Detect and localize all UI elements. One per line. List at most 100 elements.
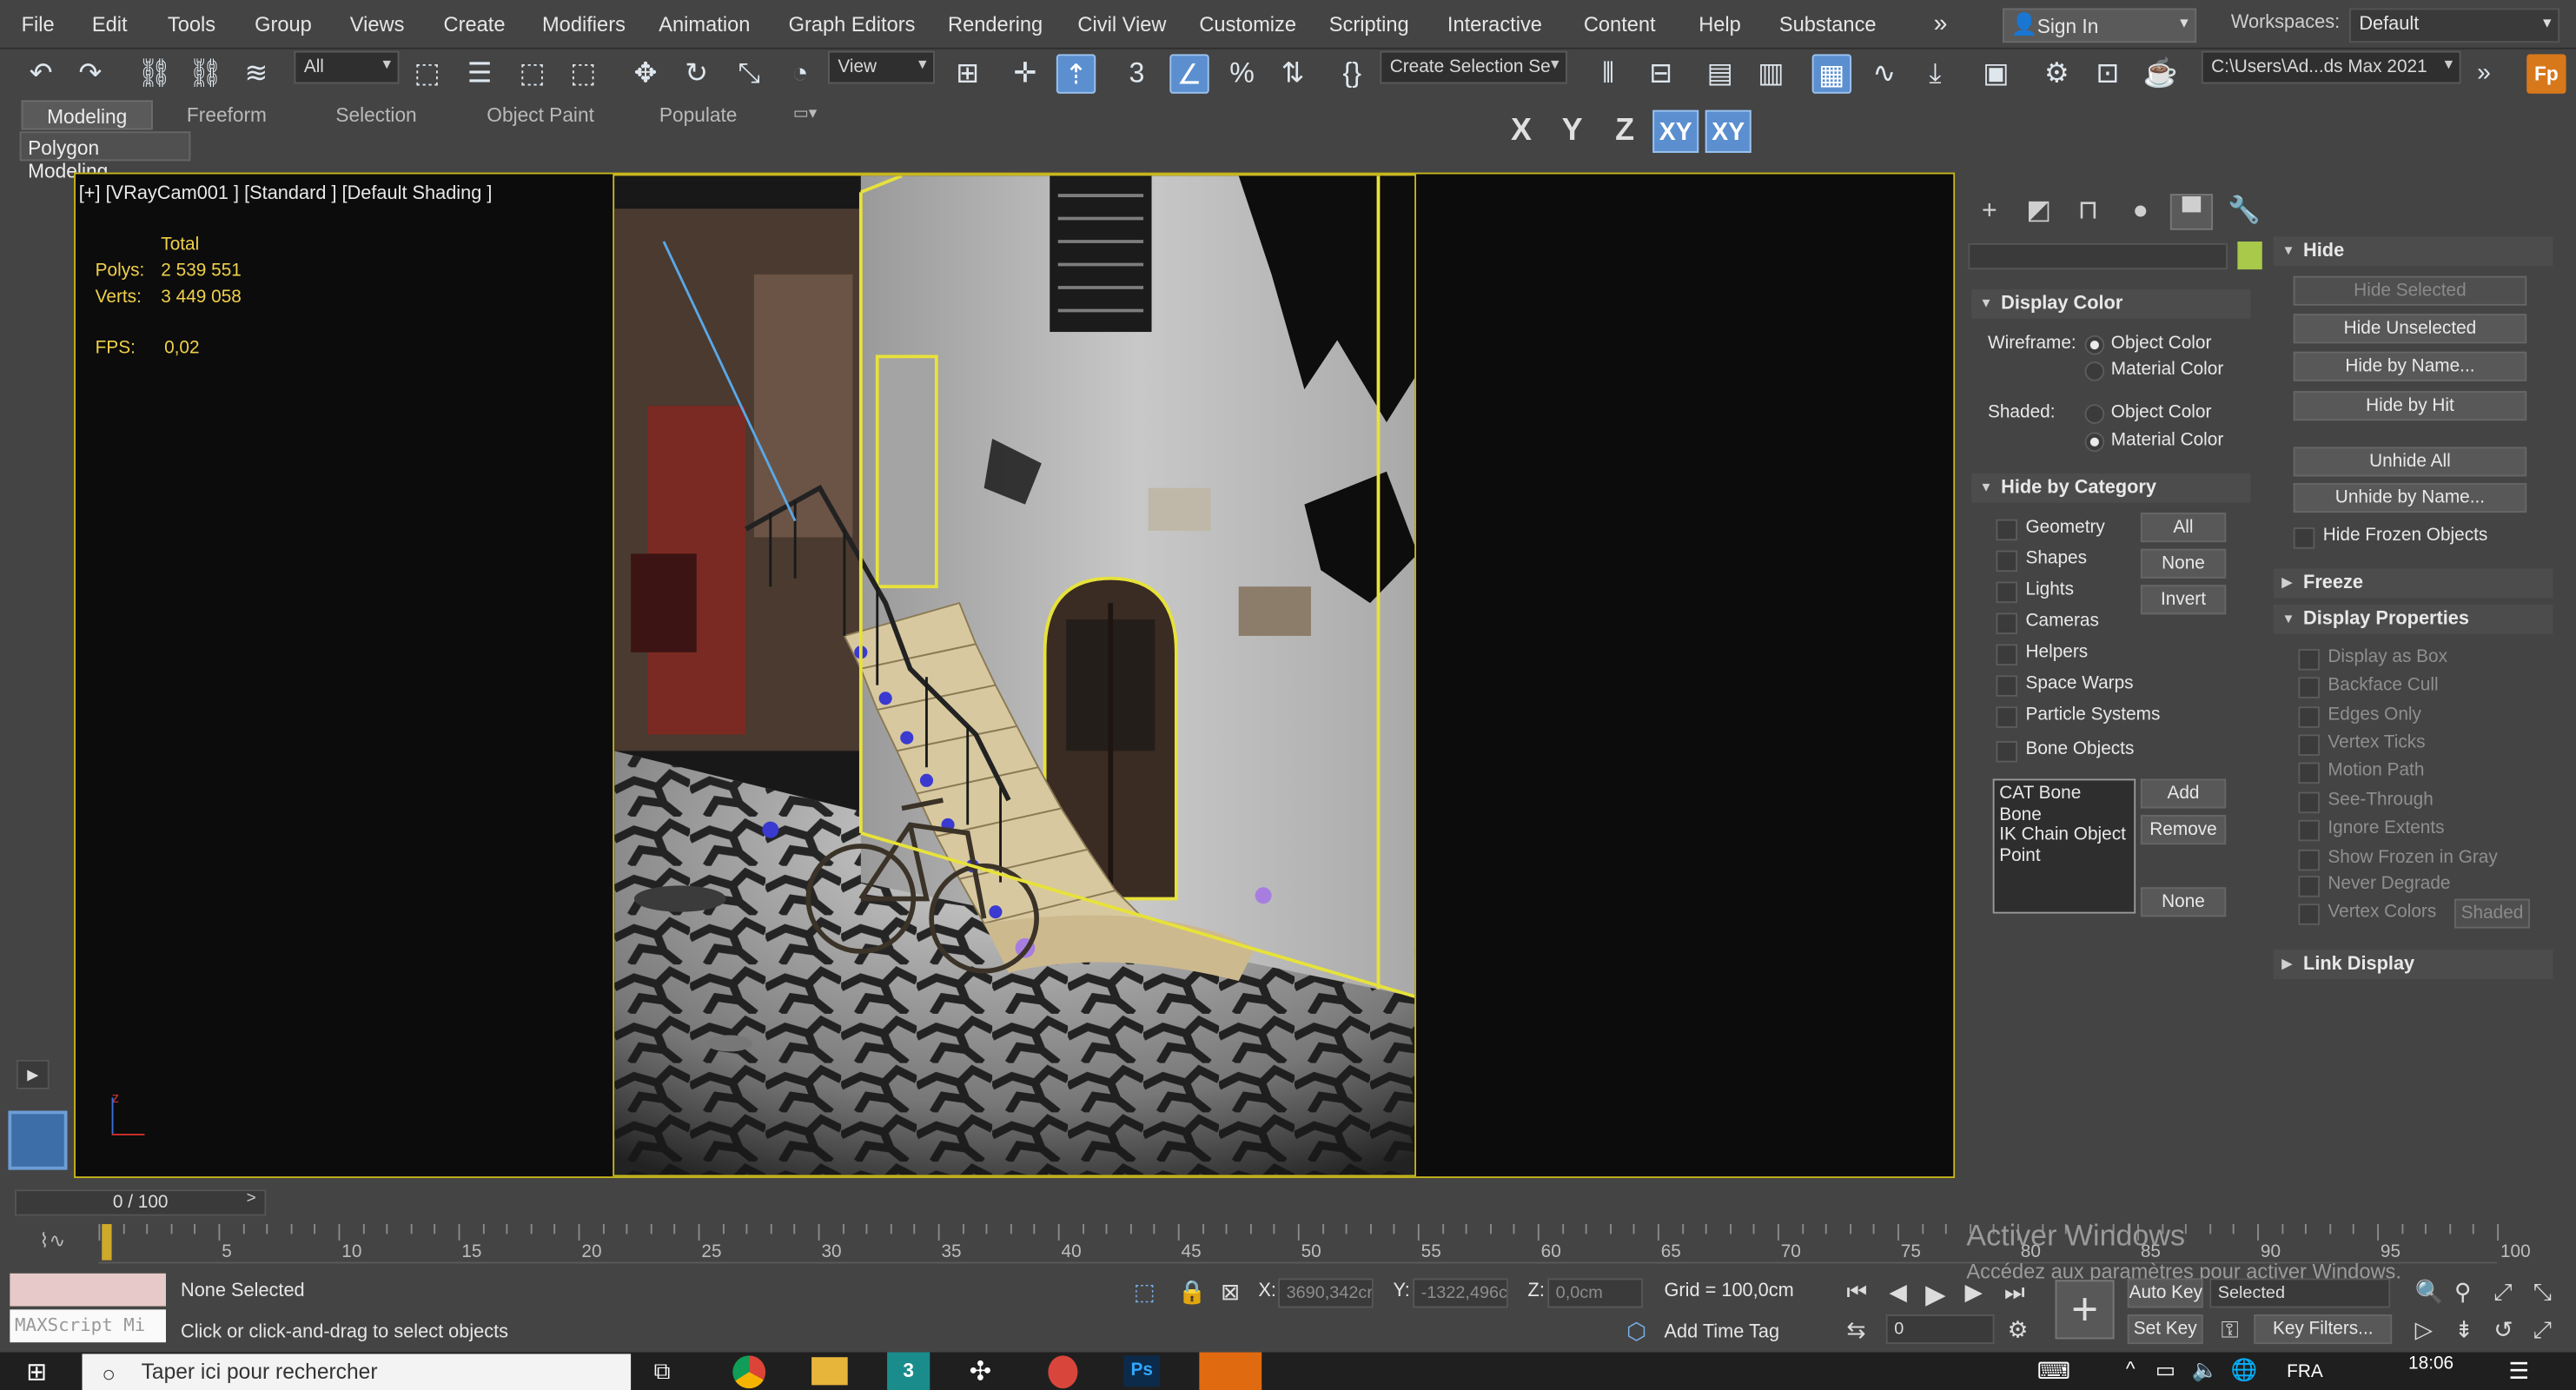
- play-preview-button[interactable]: ▶: [16, 1059, 50, 1089]
- axis-xy-button[interactable]: XY: [1652, 109, 1699, 153]
- set-keys-big-button[interactable]: +: [2055, 1280, 2115, 1340]
- project-folder-dropdown[interactable]: C:\Users\Ad...ds Max 2021: [2201, 50, 2461, 84]
- windows-start-icon[interactable]: ⊞: [26, 1357, 47, 1387]
- app-taskbar-icon[interactable]: ✣: [970, 1355, 991, 1388]
- window-crossing-icon[interactable]: ⬚: [564, 54, 603, 93]
- toolbar-overflow-button[interactable]: »: [2464, 54, 2503, 93]
- keyboard-shortcut-override-icon[interactable]: ⇡: [1056, 54, 1096, 94]
- reference-coord-dropdown[interactable]: View: [828, 50, 935, 84]
- unhide-all-button[interactable]: Unhide All: [2293, 447, 2527, 477]
- modify-panel-icon[interactable]: ◩: [2017, 194, 2060, 230]
- percent-snap-icon[interactable]: %: [1222, 54, 1262, 93]
- rollout-display-color[interactable]: Display Color: [1971, 288, 2251, 319]
- ribbon-toggle-icon[interactable]: ▦: [1811, 54, 1852, 94]
- shaded-material-color-radio[interactable]: Material Color: [2084, 431, 2223, 453]
- wireframe-object-color-radio[interactable]: Object Color: [2084, 334, 2211, 355]
- wireframe-material-color-radio[interactable]: Material Color: [2084, 360, 2223, 381]
- list-item[interactable]: Point: [1999, 845, 2129, 866]
- axis-y-button[interactable]: Y: [1549, 110, 1595, 153]
- rollout-link-display[interactable]: Link Display: [2274, 950, 2553, 980]
- edges-only-checkbox[interactable]: Edges Only: [2298, 705, 2421, 728]
- scene-explorer-icon[interactable]: ▤: [1700, 54, 1739, 93]
- tab-selection[interactable]: Selection: [315, 100, 437, 129]
- clock[interactable]: 18:06: [2408, 1354, 2453, 1373]
- hide-space-warps-checkbox[interactable]: Space Warps: [1996, 673, 2134, 697]
- hide-by-name-button[interactable]: Hide by Name...: [2293, 351, 2527, 381]
- vlc-taskbar-icon[interactable]: [1199, 1352, 1262, 1390]
- utilities-panel-icon[interactable]: 🔧: [2222, 194, 2265, 230]
- tab-populate[interactable]: Populate: [644, 100, 752, 129]
- zoom-extents-all-icon[interactable]: ⤡: [2533, 1278, 2552, 1306]
- menu-scripting[interactable]: Scripting: [1329, 13, 1409, 36]
- edit-named-selection-icon[interactable]: {}: [1333, 54, 1372, 93]
- maxscript-listener[interactable]: [10, 1273, 166, 1307]
- redo-icon[interactable]: ↷: [70, 54, 109, 93]
- chrome-taskbar-icon[interactable]: [732, 1355, 766, 1389]
- render-production-icon[interactable]: ☕: [2141, 54, 2180, 93]
- language-indicator[interactable]: FRA: [2287, 1362, 2323, 1382]
- layer-explorer-icon[interactable]: ▥: [1752, 54, 1791, 93]
- show-frozen-in-gray-checkbox[interactable]: Show Frozen in Gray: [2298, 848, 2498, 871]
- unlink-icon[interactable]: ⛓: [186, 54, 225, 93]
- time-next-button[interactable]: >: [247, 1189, 269, 1215]
- link-icon[interactable]: ⛓: [135, 54, 174, 93]
- maxscript-mini-input[interactable]: MAXScript Mi: [10, 1309, 166, 1343]
- menu-civil-view[interactable]: Civil View: [1077, 13, 1166, 36]
- motion-panel-icon[interactable]: ●: [2119, 194, 2162, 230]
- rollout-display-properties[interactable]: Display Properties: [2274, 604, 2553, 635]
- viewport-label[interactable]: [+] [VRayCam001 ] [Standard ] [Default S…: [79, 184, 493, 204]
- time-cursor[interactable]: [102, 1224, 112, 1261]
- menu-animation[interactable]: Animation: [659, 13, 750, 36]
- menu-create[interactable]: Create: [444, 13, 506, 36]
- list-none-button[interactable]: None: [2140, 887, 2227, 917]
- fp-button[interactable]: Fp: [2526, 54, 2566, 94]
- play-icon[interactable]: ▶: [1925, 1278, 1945, 1311]
- backface-cull-checkbox[interactable]: Backface Cull: [2298, 675, 2439, 698]
- file-explorer-icon[interactable]: [811, 1357, 848, 1386]
- motion-path-checkbox[interactable]: Motion Path: [2298, 761, 2424, 784]
- add-time-tag-button[interactable]: Add Time Tag: [1664, 1322, 1779, 1342]
- placement-icon[interactable]: ◔: [780, 54, 819, 93]
- auto-key-button[interactable]: Auto Key: [2127, 1278, 2203, 1308]
- absolute-mode-icon[interactable]: ⊠: [1221, 1278, 1240, 1306]
- menu-edit[interactable]: Edit: [92, 13, 128, 36]
- sign-in-dropdown[interactable]: 👤 Sign In ▾: [2003, 8, 2197, 43]
- goto-end-icon[interactable]: ⏭: [2004, 1278, 2025, 1306]
- hide-unselected-button[interactable]: Hide Unselected: [2293, 314, 2527, 344]
- list-item[interactable]: IK Chain Object: [1999, 824, 2129, 845]
- hide-frozen-objects-checkbox[interactable]: Hide Frozen Objects: [2293, 526, 2487, 549]
- rollout-hide-by-category[interactable]: Hide by Category: [1971, 473, 2251, 503]
- menu-customize[interactable]: Customize: [1199, 13, 1296, 36]
- unhide-by-name-button[interactable]: Unhide by Name...: [2293, 483, 2527, 513]
- camera-view-scene[interactable]: [613, 174, 1416, 1177]
- ribbon-options-icon[interactable]: ▭▾: [785, 100, 824, 129]
- rollout-hide[interactable]: Hide: [2274, 236, 2553, 267]
- move-icon[interactable]: ✥: [626, 54, 665, 93]
- menu-tools[interactable]: Tools: [168, 13, 215, 36]
- rect-selection-icon[interactable]: ⬚: [513, 54, 552, 93]
- menu-help[interactable]: Help: [1699, 13, 1741, 36]
- volume-icon[interactable]: 🔈: [2191, 1357, 2218, 1383]
- curve-editor-icon[interactable]: ∿: [1864, 54, 1904, 93]
- walk-icon[interactable]: ↺: [2493, 1316, 2513, 1344]
- notifications-icon[interactable]: ☰: [2508, 1357, 2529, 1385]
- task-view-icon[interactable]: ⧉: [654, 1357, 671, 1385]
- app-red-taskbar-icon[interactable]: [1048, 1355, 1078, 1389]
- select-object-icon[interactable]: ⬚: [407, 54, 447, 93]
- menu-overflow-button[interactable]: »: [1934, 10, 1948, 37]
- zoom-icon[interactable]: 🔍: [2415, 1278, 2444, 1306]
- mirror-icon[interactable]: ⫴: [1589, 54, 1628, 93]
- manipulate-icon[interactable]: ✛: [1005, 54, 1044, 93]
- next-frame-icon[interactable]: ▶: [1965, 1278, 1983, 1306]
- network-icon[interactable]: ▭: [2155, 1357, 2175, 1383]
- hide-helpers-checkbox[interactable]: Helpers: [1996, 642, 2088, 665]
- vertex-colors-shaded-button[interactable]: Shaded: [2454, 898, 2530, 929]
- menu-modifiers[interactable]: Modifiers: [542, 13, 626, 36]
- hide-geometry-checkbox[interactable]: Geometry: [1996, 518, 2105, 541]
- time-tag-icon[interactable]: ⬡: [1626, 1318, 1646, 1346]
- undo-icon[interactable]: ↶: [22, 54, 61, 93]
- list-remove-button[interactable]: Remove: [2140, 815, 2227, 845]
- current-frame-field[interactable]: 0: [1885, 1314, 1995, 1345]
- ignore-extents-checkbox[interactable]: Ignore Extents: [2298, 818, 2445, 842]
- y-coordinate-field[interactable]: -1322,496c: [1413, 1278, 1508, 1308]
